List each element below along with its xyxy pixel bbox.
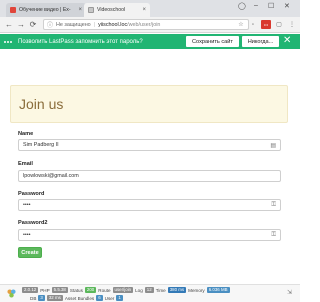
lastpass-close-icon[interactable]: ✕ xyxy=(283,35,291,47)
minimize-icon[interactable]: – xyxy=(254,2,258,9)
tab-title: Videoschool xyxy=(97,7,126,13)
debug-label: Log xyxy=(135,287,143,293)
window-close-icon[interactable]: ✕ xyxy=(284,2,290,10)
debug-badge[interactable]: 12 xyxy=(144,287,154,293)
autofill-icon[interactable]: ▤ xyxy=(270,142,276,149)
forward-arrow-icon[interactable]: → xyxy=(15,20,27,29)
tab-title: Обучение видео | Ex- xyxy=(19,7,71,13)
page-favicon-icon xyxy=(88,7,94,13)
debug-toggle-icon[interactable]: ⇲ xyxy=(287,289,292,296)
email-value: lpowlowski@gmail.com xyxy=(23,173,79,179)
debug-toolbar: 2.0.12 PHP 5.5.38 Status 200 Route user/join Lo… xyxy=(0,284,300,302)
debug-label: Time xyxy=(155,287,166,293)
name-label: Name xyxy=(18,131,34,137)
debug-badge[interactable]: user/join xyxy=(112,287,134,293)
tab-close-icon[interactable]: × xyxy=(142,7,146,13)
password2-value: •••• xyxy=(23,232,31,238)
debug-badge[interactable]: 380 ms xyxy=(167,287,187,293)
password-label: Password xyxy=(18,191,45,197)
debug-label: PHP xyxy=(40,287,50,293)
youtube-favicon-icon xyxy=(10,7,16,13)
browser-tab-inactive[interactable]: Обучение видео | Ex- × xyxy=(6,3,86,17)
lastpass-message: Позволить LastPass запомнить этот пароль… xyxy=(18,38,143,45)
lastpass-never-button[interactable]: Никогда... xyxy=(242,36,279,47)
tab-close-icon[interactable]: × xyxy=(78,7,82,13)
debug-badge[interactable]: 32 ms xyxy=(46,295,63,301)
debug-badge[interactable]: 6.036 MB xyxy=(206,287,230,293)
debug-badge[interactable]: 6 xyxy=(96,295,103,301)
lastpass-notification-bar: Позволить LastPass запомнить этот пароль… xyxy=(0,34,300,49)
password-key-icon[interactable]: ⚿ xyxy=(271,202,276,209)
lastpass-extension-icon[interactable]: ••• xyxy=(261,20,271,29)
extension-puzzle-icon[interactable]: ▢ xyxy=(274,20,284,29)
debug-label: Status xyxy=(69,287,83,293)
email-field[interactable]: lpowlowski@gmail.com xyxy=(18,170,281,182)
debug-badge[interactable]: 200 xyxy=(84,287,97,293)
info-icon[interactable]: ⓘ xyxy=(47,20,53,29)
browser-titlebar: Обучение видео | Ex- × Videoschool × ◯ –… xyxy=(0,0,300,17)
password-key-icon[interactable]: ⚿ xyxy=(271,232,276,239)
password2-field[interactable]: •••• ⚿ xyxy=(18,229,281,241)
name-value: Sim Padberg II xyxy=(23,142,59,148)
url-path: /web/user/join xyxy=(127,21,161,28)
back-arrow-icon[interactable]: ← xyxy=(3,20,15,29)
name-field[interactable]: Sim Padberg II ▤ xyxy=(18,139,281,151)
lastpass-logo-icon xyxy=(4,40,14,43)
debug-badge[interactable]: 2.0.12 xyxy=(22,287,39,293)
debug-badge[interactable]: 1 xyxy=(116,295,123,301)
password-value: •••• xyxy=(23,202,31,208)
password-field[interactable]: •••• ⚿ xyxy=(18,199,281,211)
create-button[interactable]: Create xyxy=(18,247,42,258)
debug-label: Memory xyxy=(188,287,205,293)
debug-row-summary: 2.0.12 PHP 5.5.38 Status 200 Route user/join Lo… xyxy=(22,287,230,293)
debug-row-details: DB 3 32 ms Asset Bundles 6 User 1 xyxy=(30,295,123,301)
extension-icon[interactable]: ▫ xyxy=(248,20,258,29)
email-label: Email xyxy=(18,161,33,167)
maximize-icon[interactable]: ☐ xyxy=(268,2,274,10)
debug-label: Asset Bundles xyxy=(64,295,95,301)
yii-logo-icon[interactable] xyxy=(7,289,16,298)
profile-icon[interactable]: ◯ xyxy=(238,2,246,10)
url-host: yiischool.loc xyxy=(98,21,128,28)
debug-label: DB xyxy=(30,295,37,301)
browser-tab-active[interactable]: Videoschool × xyxy=(84,3,150,17)
star-icon[interactable]: ☆ xyxy=(236,20,246,29)
debug-label: Route xyxy=(98,287,111,293)
debug-badge[interactable]: 3 xyxy=(38,295,45,301)
browser-menu-icon[interactable]: ⋮ xyxy=(287,20,297,29)
page-title: Join us xyxy=(19,96,64,112)
lastpass-save-button[interactable]: Сохранить сайт xyxy=(186,36,239,47)
reload-icon[interactable]: ⟳ xyxy=(27,20,39,29)
security-label: Не защищено xyxy=(56,21,91,28)
password2-label: Password2 xyxy=(18,220,48,226)
join-jumbotron: Join us xyxy=(10,85,288,123)
address-bar[interactable]: ⓘ Не защищено | yiischool.loc/web/user/j… xyxy=(43,19,249,30)
debug-label: User xyxy=(104,295,115,301)
debug-badge[interactable]: 5.5.38 xyxy=(51,287,68,293)
